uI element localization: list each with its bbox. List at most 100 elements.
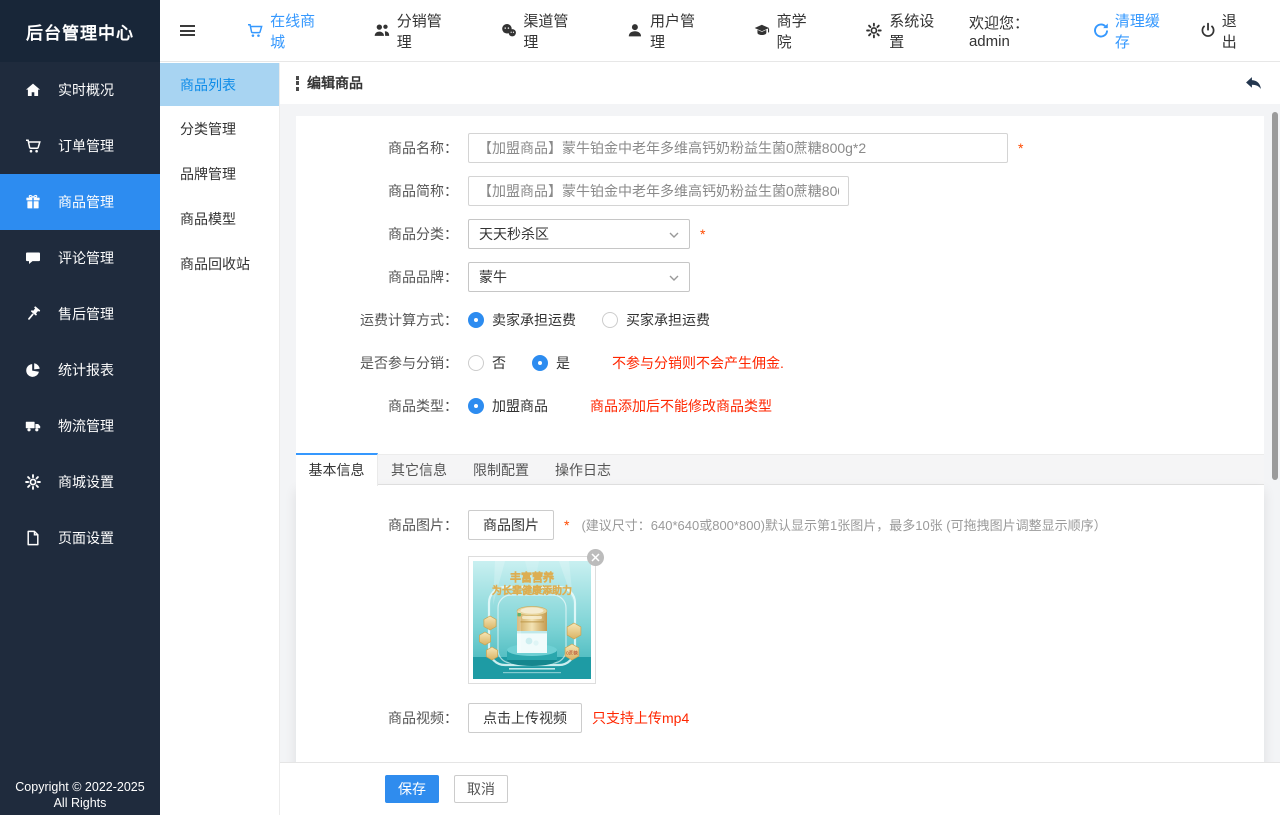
field-label: 商品分类： [296,224,458,244]
nav-item-channel[interactable]: 渠道管理 [477,0,604,62]
product-image-row: 商品图片： 商品图片 * (建议尺寸：640*640或800*800)默认显示第… [296,503,1264,546]
svg-text:为长辈健康添助力: 为长辈健康添助力 [492,584,572,597]
sidebar-label: 物流管理 [58,416,114,436]
brand-select[interactable]: 蒙牛 [468,262,690,292]
required-asterisk: * [564,517,569,533]
category-value: 天天秒杀区 [479,224,549,244]
product-submenu: 商品列表 分类管理 品牌管理 商品模型 商品回收站 [160,63,280,815]
radio-option-buyer-pays[interactable]: 买家承担运费 [602,310,710,330]
submenu-item-recycle-bin[interactable]: 商品回收站 [160,241,279,286]
clear-cache-button[interactable]: 清理缓存 [1093,10,1172,52]
sidebar-label: 商城设置 [58,472,114,492]
main-content: 编辑商品 商品名称： * 商品简称： 商品分类： [280,62,1280,815]
sidebar-label: 实时概况 [58,80,114,100]
detail-tabs: 基本信息 其它信息 限制配置 操作日志 [296,454,1264,485]
submenu-item-product-list[interactable]: 商品列表 [160,63,279,106]
product-brand-row: 商品品牌： 蒙牛 [296,255,1264,298]
cart-icon [247,22,263,39]
sidebar-item-comment-management[interactable]: 评论管理 [0,230,160,286]
submenu-item-category-management[interactable]: 分类管理 [160,106,279,151]
nav-item-online-mall[interactable]: 在线商城 [223,0,350,62]
nav-label: 分销管理 [397,10,453,52]
submenu-item-product-model[interactable]: 商品模型 [160,196,279,241]
top-navigation: 在线商城 分销管理 渠道管理 用户管理 商学院 系统设置 欢迎您：admin 清… [160,0,1280,62]
radio-label: 卖家承担运费 [492,310,576,330]
radio-option-franchise[interactable]: 加盟商品 [468,396,548,416]
sidebar-label: 统计报表 [58,360,114,380]
sidebar-item-realtime-overview[interactable]: 实时概况 [0,62,160,118]
svg-text:0蔗糖: 0蔗糖 [566,650,578,657]
upload-video-button[interactable]: 点击上传视频 [468,703,582,733]
sidebar-item-page-settings[interactable]: 页面设置 [0,510,160,566]
nav-item-system-settings[interactable]: 系统设置 [842,0,969,62]
product-name-input[interactable] [468,133,1008,163]
radio-option-yes[interactable]: 是 [532,353,570,373]
field-label: 商品简称： [296,181,458,201]
nav-label: 渠道管理 [523,10,579,52]
submenu-item-brand-management[interactable]: 品牌管理 [160,151,279,196]
radio-checked-icon [468,398,484,414]
product-video-row: 商品视频： 点击上传视频 只支持上传mp4 [296,696,1264,739]
channel-icon [501,22,517,39]
user-icon [627,22,643,39]
upload-image-button[interactable]: 商品图片 [468,510,554,540]
tab-other-info[interactable]: 其它信息 [378,455,460,484]
gear-icon [866,22,882,39]
radio-label: 加盟商品 [492,396,548,416]
save-button[interactable]: 保存 [385,775,439,803]
app-title: 后台管理中心 [0,0,160,62]
product-type-note: 商品添加后不能修改商品类型 [590,396,772,416]
tab-limit-config[interactable]: 限制配置 [460,455,542,484]
back-button[interactable] [1245,76,1262,91]
radio-option-no[interactable]: 否 [468,353,506,373]
product-image-thumbnail[interactable]: 丰富营养 为长辈健康添助力 [468,556,596,684]
sidebar-item-statistics-report[interactable]: 统计报表 [0,342,160,398]
tab-basic-info[interactable]: 基本信息 [296,453,378,486]
category-select[interactable]: 天天秒杀区 [468,219,690,249]
username: admin [969,33,1010,50]
nav-item-business-school[interactable]: 商学院 [730,0,843,62]
field-label: 是否参与分销： [296,353,458,373]
tab-operation-log[interactable]: 操作日志 [542,455,624,484]
gavel-icon [25,306,41,322]
cancel-button[interactable]: 取消 [454,775,508,803]
sidebar-item-product-management[interactable]: 商品管理 [0,174,160,230]
product-shortname-input[interactable] [468,176,849,206]
sidebar-label: 订单管理 [58,136,114,156]
sidebar-item-order-management[interactable]: 订单管理 [0,118,160,174]
radio-label: 否 [492,353,506,373]
chevron-down-icon [669,232,679,238]
power-icon [1200,22,1216,39]
radio-option-seller-pays[interactable]: 卖家承担运费 [468,310,576,330]
logout-button[interactable]: 退出 [1200,10,1250,52]
field-label: 商品名称： [296,138,458,158]
comment-icon [25,250,41,266]
sidebar-label: 商品管理 [58,192,114,212]
sidebar-item-mall-settings[interactable]: 商城设置 [0,454,160,510]
radio-checked-icon [532,355,548,371]
freight-method-row: 运费计算方式： 卖家承担运费 买家承担运费 [296,298,1264,341]
radio-checked-icon [468,312,484,328]
nav-label: 用户管理 [650,10,706,52]
sidebar-item-aftersale-management[interactable]: 售后管理 [0,286,160,342]
product-type-row: 商品类型： 加盟商品 商品添加后不能修改商品类型 [296,384,1264,427]
gift-icon [25,194,41,210]
required-asterisk: * [700,226,705,242]
field-label: 运费计算方式： [296,310,458,330]
sidebar-item-logistics-management[interactable]: 物流管理 [0,398,160,454]
users-icon [374,22,390,39]
remove-image-icon[interactable] [587,549,604,566]
radio-label: 是 [556,353,570,373]
sidebar-label: 页面设置 [58,528,114,548]
product-category-row: 商品分类： 天天秒杀区 * [296,212,1264,255]
nav-label: 在线商城 [270,10,326,52]
nav-item-user-management[interactable]: 用户管理 [603,0,730,62]
hamburger-menu-icon[interactable] [180,22,195,38]
nav-item-distribution[interactable]: 分销管理 [350,0,477,62]
vertical-scrollbar[interactable] [1272,112,1278,480]
field-label: 商品视频： [296,708,458,728]
main-sidebar: 实时概况 订单管理 商品管理 评论管理 售后管理 统计报表 物流管理 商城设置 … [0,62,160,815]
product-image: 丰富营养 为长辈健康添助力 [473,561,591,679]
nav-label: 系统设置 [889,10,945,52]
page-icon [25,530,41,546]
